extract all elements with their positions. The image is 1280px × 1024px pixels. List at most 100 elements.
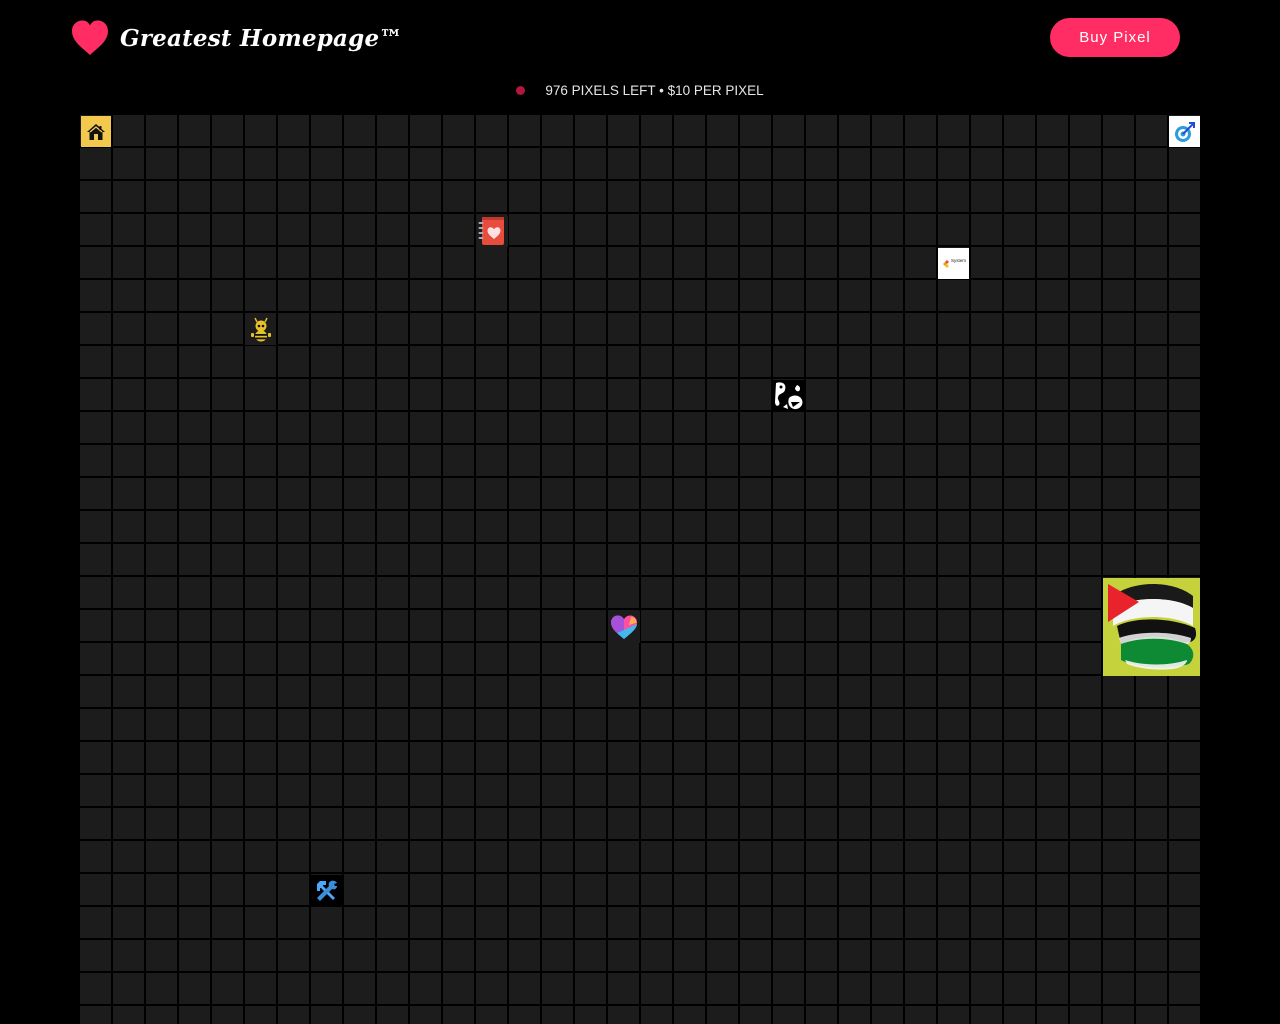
grid-cell[interactable] [938, 841, 969, 872]
grid-cell[interactable] [245, 808, 276, 839]
grid-cell[interactable] [542, 247, 573, 278]
grid-cell[interactable] [509, 577, 540, 608]
grid-cell[interactable] [542, 346, 573, 377]
grid-cell[interactable] [179, 412, 210, 443]
grid-cell[interactable] [1037, 181, 1068, 212]
grid-cell[interactable] [80, 709, 111, 740]
grid-cell[interactable] [1037, 709, 1068, 740]
grid-cell[interactable] [938, 181, 969, 212]
grid-cell[interactable] [1070, 676, 1101, 707]
grid-cell[interactable] [212, 280, 243, 311]
grid-cell[interactable] [113, 445, 144, 476]
grid-cell[interactable] [410, 775, 441, 806]
grid-cell[interactable] [905, 940, 936, 971]
grid-cell[interactable] [1136, 874, 1167, 905]
grid-cell[interactable] [839, 775, 870, 806]
grid-cell[interactable] [377, 247, 408, 278]
grid-cell[interactable] [1004, 643, 1035, 674]
grid-cell[interactable] [674, 643, 705, 674]
grid-cell[interactable] [212, 214, 243, 245]
grid-cell[interactable] [476, 544, 507, 575]
grid-cell[interactable] [575, 973, 606, 1004]
grid-cell[interactable] [1169, 313, 1200, 344]
grid-cell[interactable] [707, 346, 738, 377]
grid-cell[interactable] [1037, 907, 1068, 938]
grid-cell[interactable] [773, 346, 804, 377]
grid-cell[interactable] [476, 181, 507, 212]
grid-cell[interactable] [80, 907, 111, 938]
grid-cell[interactable] [1037, 841, 1068, 872]
grid-cell[interactable] [1070, 148, 1101, 179]
grid-cell[interactable] [1037, 973, 1068, 1004]
grid-cell[interactable] [806, 346, 837, 377]
grid-cell[interactable] [179, 1006, 210, 1024]
grid-cell[interactable] [641, 742, 672, 773]
grid-cell[interactable] [1004, 808, 1035, 839]
grid-cell[interactable] [278, 742, 309, 773]
grid-cell[interactable] [212, 478, 243, 509]
grid-cell[interactable] [740, 214, 771, 245]
grid-cell[interactable] [938, 742, 969, 773]
grid-cell[interactable] [575, 511, 606, 542]
grid-cell[interactable] [476, 676, 507, 707]
grid-cell[interactable] [179, 313, 210, 344]
grid-cell[interactable] [872, 181, 903, 212]
grid-cell[interactable] [674, 973, 705, 1004]
grid-cell[interactable] [575, 181, 606, 212]
grid-cell[interactable] [674, 676, 705, 707]
grid-cell[interactable] [608, 709, 639, 740]
grid-cell[interactable] [1169, 247, 1200, 278]
grid-cell[interactable] [806, 544, 837, 575]
grid-cell[interactable] [971, 247, 1002, 278]
grid-cell[interactable] [740, 346, 771, 377]
grid-cell[interactable] [476, 907, 507, 938]
grid-cell[interactable] [1136, 313, 1167, 344]
grid-cell[interactable] [377, 742, 408, 773]
grid-cell[interactable] [509, 742, 540, 773]
grid-cell[interactable] [80, 643, 111, 674]
grid-cell[interactable] [839, 676, 870, 707]
grid-cell[interactable] [575, 544, 606, 575]
grid-cell[interactable] [344, 973, 375, 1004]
grid-cell[interactable] [905, 841, 936, 872]
grid-cell[interactable] [971, 280, 1002, 311]
grid-cell[interactable] [1004, 874, 1035, 905]
grid-cell[interactable] [344, 709, 375, 740]
grid-cell[interactable] [113, 709, 144, 740]
grid-cell[interactable] [740, 115, 771, 146]
grid-cell[interactable] [542, 280, 573, 311]
grid-cell[interactable] [905, 709, 936, 740]
grid-cell[interactable] [80, 577, 111, 608]
grid-cell[interactable] [740, 577, 771, 608]
grid-cell[interactable] [311, 1006, 342, 1024]
grid-cell[interactable] [905, 412, 936, 443]
grid-cell[interactable] [410, 742, 441, 773]
grid-cell[interactable] [707, 379, 738, 410]
grid-cell[interactable] [641, 247, 672, 278]
grid-cell[interactable] [839, 577, 870, 608]
grid-cell[interactable] [344, 412, 375, 443]
grid-cell[interactable] [608, 907, 639, 938]
grid-cell[interactable] [1037, 511, 1068, 542]
grid-cell[interactable] [641, 940, 672, 971]
grid-cell[interactable] [1169, 973, 1200, 1004]
grid-cell[interactable] [575, 709, 606, 740]
grid-cell[interactable] [179, 280, 210, 311]
grid-cell[interactable] [245, 445, 276, 476]
grid-cell[interactable] [1136, 544, 1167, 575]
grid-cell[interactable] [377, 973, 408, 1004]
grid-cell[interactable] [839, 412, 870, 443]
grid-cell[interactable] [806, 907, 837, 938]
grid-cell[interactable] [872, 874, 903, 905]
grid-cell[interactable] [245, 148, 276, 179]
grid-cell[interactable] [641, 379, 672, 410]
grid-cell[interactable] [707, 775, 738, 806]
grid-cell[interactable] [542, 841, 573, 872]
grid-cell[interactable] [674, 808, 705, 839]
grid-cell[interactable] [542, 676, 573, 707]
grid-cell[interactable] [839, 313, 870, 344]
grid-cell[interactable] [971, 412, 1002, 443]
grid-cell[interactable] [212, 940, 243, 971]
grid-cell[interactable] [179, 874, 210, 905]
grid-cell[interactable] [542, 478, 573, 509]
